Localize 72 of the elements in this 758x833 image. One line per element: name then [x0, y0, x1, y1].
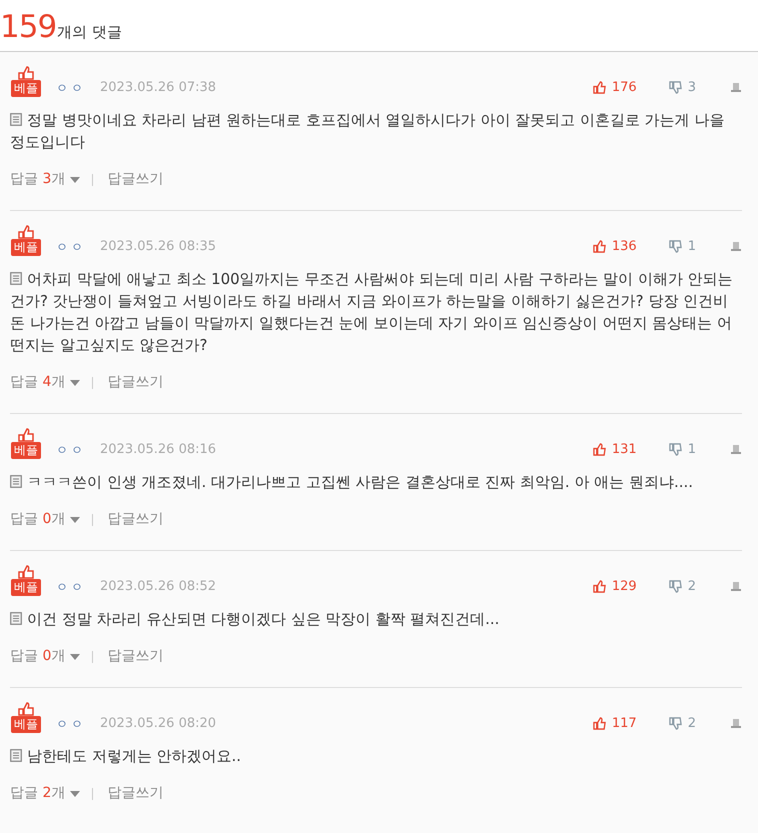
caret-icon[interactable]	[70, 654, 80, 660]
comment-date: 2023.05.26 08:20	[100, 714, 216, 732]
comment-date: 2023.05.26 08:52	[100, 578, 216, 596]
write-reply-link[interactable]: 답글쓰기	[107, 509, 164, 530]
report-icon[interactable]	[730, 717, 742, 730]
memo-icon	[10, 612, 22, 625]
best-badge: 베플	[11, 579, 41, 596]
author-name[interactable]: ㅇㅇ	[56, 79, 86, 97]
author-name[interactable]: ㅇㅇ	[56, 578, 86, 596]
comment-text: 어차피 막달에 애낳고 최소 100일까지는 무조건 사람써야 되는데 미리 사람 구하라는 말이 이해가 안되는 건가? 갓난쟁이 들쳐엎고 서빙이라도 하길 바래서 지금 와이프가 하는말을 이해하기 싫은건가? 당장 인건비 돈 나가는건 아깝고 남들이 막달까지 일했다는건 눈에 보이는데 자기 와이프 임신증상이 어떤지 몸상태는 어떤지는 알고싶지도 않은건가?	[10, 269, 734, 356]
comment-text: 정말 병맛이네요 차라리 남편 원하는대로 호프집에서 열일하시다가 아이 잘못되고 이혼길로 가는게 나을 정도입니다	[10, 110, 726, 153]
like-count: 176	[612, 78, 637, 96]
caret-icon[interactable]	[70, 790, 80, 796]
report-icon[interactable]	[730, 580, 742, 592]
author-name[interactable]: ㅇㅇ	[56, 715, 86, 733]
write-reply-link[interactable]: 답글쓰기	[107, 783, 164, 804]
thumbs-up-icon[interactable]	[592, 240, 606, 253]
comment-date: 2023.05.26 08:35	[100, 238, 216, 256]
caret-icon[interactable]	[70, 516, 80, 522]
write-reply-link[interactable]: 답글쓰기	[107, 169, 164, 190]
best-badge: 베플	[11, 716, 41, 733]
thumbs-up-icon[interactable]	[592, 580, 606, 593]
memo-icon	[10, 113, 22, 126]
reply-count-toggle[interactable]: 답글 0개	[10, 646, 66, 667]
reply-count-toggle[interactable]: 답글 2개	[10, 783, 66, 804]
thumbs-up-icon[interactable]	[592, 80, 606, 94]
memo-icon	[10, 475, 22, 488]
best-badge: 베플	[11, 80, 41, 97]
dislike-count: 2	[688, 714, 696, 732]
comment-text: 이건 정말 차라리 유산되면 다행이겠다 싶은 막장이 활짝 펼쳐진건데...	[10, 608, 500, 630]
dislike-count: 1	[688, 238, 696, 256]
write-reply-link[interactable]: 답글쓰기	[107, 646, 164, 667]
report-icon[interactable]	[730, 443, 742, 456]
thumbs-up-icon	[17, 225, 35, 239]
thumbs-down-icon[interactable]	[668, 240, 682, 253]
thumbs-up-icon	[17, 66, 35, 80]
comment-date: 2023.05.26 07:38	[100, 78, 216, 96]
comment-text: 남한테도 저렇게는 안하겠어요..	[10, 745, 242, 767]
author-name[interactable]: ㅇㅇ	[56, 441, 86, 459]
thumbs-up-icon[interactable]	[592, 442, 606, 456]
caret-icon[interactable]	[70, 380, 80, 386]
like-count: 131	[612, 440, 637, 458]
report-icon[interactable]	[730, 240, 742, 252]
reply-count-toggle[interactable]: 답글 3개	[10, 169, 66, 190]
write-reply-link[interactable]: 답글쓰기	[107, 372, 164, 393]
like-count: 129	[612, 578, 637, 596]
like-count: 117	[612, 714, 637, 732]
report-icon[interactable]	[730, 81, 742, 94]
thumbs-up-icon[interactable]	[592, 716, 606, 730]
dislike-count: 2	[688, 578, 696, 596]
thumbs-down-icon[interactable]	[668, 442, 682, 456]
comment-text: ㅋㅋㅋ쓴이 인생 개조졌네. 대가리나쁘고 고집쎈 사람은 결혼상대로 진짜 최악임. 아 애는 뭔죄냐....	[10, 471, 694, 493]
best-badge: 베플	[11, 442, 41, 459]
thumbs-up-icon	[17, 702, 35, 716]
thumbs-down-icon[interactable]	[668, 716, 682, 730]
comments-heading: 개의 댓글	[57, 22, 122, 42]
dislike-count: 1	[688, 440, 696, 458]
comment-count: 159	[0, 12, 56, 43]
reply-count-toggle[interactable]: 답글 4개	[10, 372, 66, 393]
best-badge: 베플	[11, 239, 41, 256]
author-name[interactable]: ㅇㅇ	[56, 238, 86, 256]
memo-icon	[10, 749, 22, 762]
thumbs-down-icon[interactable]	[668, 580, 682, 593]
dislike-count: 3	[688, 78, 696, 96]
like-count: 136	[612, 238, 637, 256]
thumbs-up-icon	[17, 565, 35, 579]
caret-icon[interactable]	[70, 176, 80, 182]
thumbs-up-icon	[17, 428, 35, 442]
thumbs-down-icon[interactable]	[668, 80, 682, 94]
comment-date: 2023.05.26 08:16	[100, 440, 216, 458]
reply-count-toggle[interactable]: 답글 0개	[10, 509, 66, 530]
memo-icon	[10, 272, 22, 285]
